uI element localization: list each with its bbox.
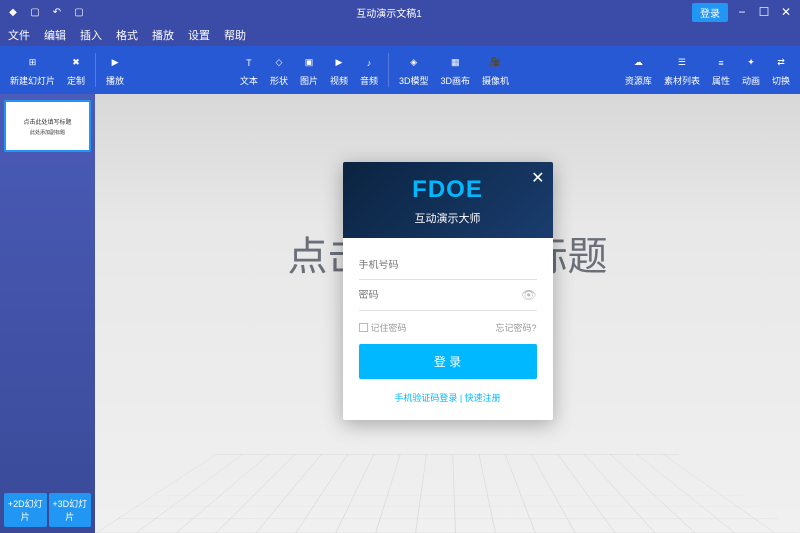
- shape-icon: ◇: [270, 54, 288, 72]
- thumb-title: 点击此处填写标题: [23, 117, 71, 126]
- text-icon: T: [240, 54, 258, 72]
- star-icon: ✦: [742, 54, 760, 72]
- menu-settings[interactable]: 设置: [188, 27, 210, 43]
- slide-thumbnail[interactable]: 点击此处填写标题 此处添加副标题: [4, 100, 91, 152]
- canvas[interactable]: 点击此处编辑标题 此处添加副标题 ✕ FDOE 互动演示大师 👁: [95, 94, 800, 533]
- menu-insert[interactable]: 插入: [80, 27, 102, 43]
- new-slide-button[interactable]: ⊞新建幻灯片: [4, 52, 61, 89]
- login-button[interactable]: 登 录: [359, 344, 537, 379]
- cube-icon: ◈: [405, 54, 423, 72]
- menubar: 文件 编辑 插入 格式 播放 设置 帮助: [0, 24, 800, 46]
- image-icon: ▣: [300, 54, 318, 72]
- forgot-link[interactable]: 忘记密码?: [495, 321, 536, 334]
- custom-button[interactable]: ✖定制: [61, 52, 91, 89]
- phone-row: [359, 252, 537, 280]
- doc-title: 互动演示文稿1: [86, 5, 692, 20]
- password-input[interactable]: [359, 290, 522, 301]
- undo-icon[interactable]: ↶: [50, 5, 64, 19]
- video-icon: ▶: [330, 54, 348, 72]
- grid-floor: [95, 454, 800, 533]
- text-button[interactable]: T文本: [234, 52, 264, 89]
- phone-input[interactable]: [359, 260, 537, 271]
- switch-icon: ⇄: [772, 54, 790, 72]
- modal-subtitle: 互动演示大师: [343, 210, 553, 226]
- register-link[interactable]: 快速注册: [465, 393, 501, 403]
- menu-file[interactable]: 文件: [8, 27, 30, 43]
- login-badge[interactable]: 登录: [692, 3, 728, 22]
- sidebar: 点击此处填写标题 此处添加副标题 +2D幻灯片 +3D幻灯片: [0, 94, 95, 533]
- remember-label: 记住密码: [371, 321, 407, 334]
- remember-checkbox[interactable]: [359, 323, 368, 332]
- switch-button[interactable]: ⇄切换: [766, 52, 796, 89]
- shape-button[interactable]: ◇形状: [264, 52, 294, 89]
- eye-icon[interactable]: 👁: [521, 288, 536, 302]
- image-button[interactable]: ▣图片: [294, 52, 324, 89]
- play-button[interactable]: ▶播放: [100, 52, 130, 89]
- scene3d-button[interactable]: ▦3D画布: [435, 52, 477, 89]
- phone-login-link[interactable]: 手机验证码登录: [394, 393, 457, 403]
- new-icon[interactable]: ▢: [28, 5, 42, 19]
- menu-play[interactable]: 播放: [152, 27, 174, 43]
- add-2d-slide-button[interactable]: +2D幻灯片: [4, 493, 47, 527]
- minimize-icon[interactable]: −: [734, 4, 750, 20]
- close-icon[interactable]: ✕: [778, 4, 794, 20]
- password-row: 👁: [359, 280, 537, 311]
- thumb-subtitle: 此处添加副标题: [30, 129, 65, 136]
- model3d-button[interactable]: ◈3D模型: [393, 52, 435, 89]
- add-3d-slide-button[interactable]: +3D幻灯片: [49, 493, 92, 527]
- modal-logo: FDOE: [343, 176, 553, 204]
- custom-icon: ✖: [67, 54, 85, 72]
- camera-button[interactable]: 🎥摄像机: [476, 52, 515, 89]
- bottom-links: 手机验证码登录 | 快速注册: [359, 379, 537, 404]
- props-button[interactable]: ≡属性: [706, 52, 736, 89]
- separator: [388, 53, 389, 87]
- maximize-icon[interactable]: ☐: [756, 4, 772, 20]
- camera-icon: 🎥: [487, 54, 505, 72]
- redo-icon[interactable]: ▢: [72, 5, 86, 19]
- play-icon: ▶: [106, 54, 124, 72]
- list-icon: ☰: [673, 54, 691, 72]
- separator: [95, 53, 96, 87]
- resource-icon: ☁: [629, 54, 647, 72]
- toolbar: ⊞新建幻灯片 ✖定制 ▶播放 T文本 ◇形状 ▣图片 ▶视频 ♪音频 ◈3D模型…: [0, 46, 800, 94]
- video-button[interactable]: ▶视频: [324, 52, 354, 89]
- audio-icon: ♪: [360, 54, 378, 72]
- audio-button[interactable]: ♪音频: [354, 52, 384, 89]
- modal-header: ✕ FDOE 互动演示大师: [343, 162, 553, 238]
- props-icon: ≡: [712, 54, 730, 72]
- menu-help[interactable]: 帮助: [224, 27, 246, 43]
- anim-button[interactable]: ✦动画: [736, 52, 766, 89]
- material-button[interactable]: ☰素材列表: [658, 52, 706, 89]
- menu-edit[interactable]: 编辑: [44, 27, 66, 43]
- resource-button[interactable]: ☁资源库: [619, 52, 658, 89]
- app-icon: ◆: [6, 5, 20, 19]
- plus-icon: ⊞: [24, 54, 42, 72]
- menu-format[interactable]: 格式: [116, 27, 138, 43]
- titlebar: ◆ ▢ ↶ ▢ 互动演示文稿1 登录 − ☐ ✕: [0, 0, 800, 24]
- login-modal: ✕ FDOE 互动演示大师 👁 记住密码 忘记密码?: [343, 162, 553, 420]
- scene-icon: ▦: [446, 54, 464, 72]
- modal-close-icon[interactable]: ✕: [531, 168, 544, 188]
